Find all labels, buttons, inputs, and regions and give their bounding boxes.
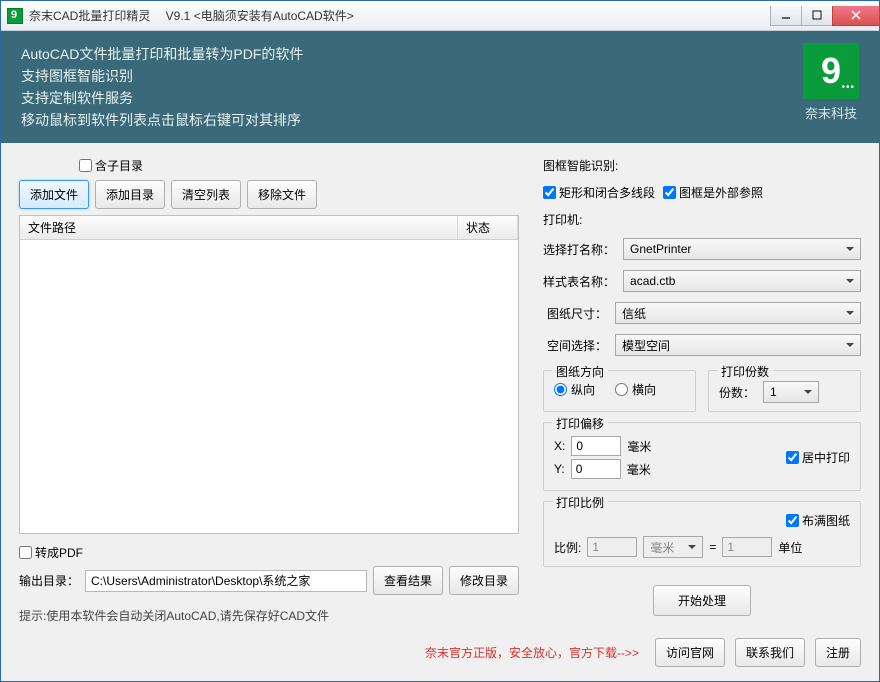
view-result-button[interactable]: 查看结果 bbox=[373, 566, 443, 595]
outdir-input[interactable] bbox=[85, 570, 367, 592]
right-panel: 图框智能识别: 矩形和闭合多线段 图框是外部参照 打印机: 选择打名称： Gnet… bbox=[543, 157, 861, 624]
left-panel: 含子目录 添加文件 添加目录 清空列表 移除文件 文件路径 状态 转成PDF 输… bbox=[19, 157, 519, 624]
clear-list-button[interactable]: 清空列表 bbox=[171, 180, 241, 209]
window-buttons bbox=[770, 6, 879, 26]
add-dir-button[interactable]: 添加目录 bbox=[95, 180, 165, 209]
minimize-button[interactable] bbox=[770, 6, 802, 26]
start-button[interactable]: 开始处理 bbox=[653, 585, 751, 616]
table-header: 文件路径 状态 bbox=[20, 216, 518, 240]
orientation-group: 图纸方向 纵向 横向 bbox=[543, 370, 696, 412]
scale-group: 打印比例 布满图纸 比例: 毫米 = 单位 bbox=[543, 501, 861, 567]
to-pdf-checkbox[interactable]: 转成PDF bbox=[19, 544, 83, 561]
portrait-radio[interactable]: 纵向 bbox=[554, 381, 595, 398]
copies-group: 打印份数 份数： 1 bbox=[708, 370, 861, 412]
x-input[interactable] bbox=[571, 436, 621, 456]
output-section: 转成PDF 输出目录： 查看结果 修改目录 提示:使用本软件会自动关闭AutoC… bbox=[19, 544, 519, 624]
style-select[interactable]: acad.ctb bbox=[623, 270, 861, 292]
space-label: 空间选择： bbox=[543, 337, 607, 354]
brand-logo: 9••• 奈末科技 bbox=[803, 43, 859, 122]
printer-header: 打印机: bbox=[543, 211, 861, 228]
center-print-checkbox[interactable]: 居中打印 bbox=[786, 449, 850, 466]
style-label: 样式表名称： bbox=[543, 273, 615, 290]
scale-unit-select: 毫米 bbox=[643, 536, 703, 558]
visit-site-button[interactable]: 访问官网 bbox=[655, 638, 725, 667]
banner-line4: 移动鼠标到软件列表点击鼠标右键可对其排序 bbox=[21, 109, 303, 131]
scale-v1-input bbox=[587, 537, 637, 557]
banner-line3: 支持定制软件服务 bbox=[21, 87, 303, 109]
scale-v2-input bbox=[722, 537, 772, 557]
contact-us-button[interactable]: 联系我们 bbox=[735, 638, 805, 667]
banner: AutoCAD文件批量打印和批量转为PDF的软件 支持图框智能识别 支持定制软件… bbox=[1, 31, 879, 143]
outdir-label: 输出目录： bbox=[19, 572, 79, 589]
file-table[interactable]: 文件路径 状态 bbox=[19, 215, 519, 534]
file-button-row: 添加文件 添加目录 清空列表 移除文件 bbox=[19, 180, 519, 209]
logo-icon: 9••• bbox=[803, 43, 859, 99]
footer: 奈末官方正版，安全放心，官方下载-->> 访问官网 联系我们 注册 bbox=[1, 630, 879, 681]
remove-file-button[interactable]: 移除文件 bbox=[247, 180, 317, 209]
scale-label: 比例: bbox=[554, 539, 581, 556]
copies-label: 份数： bbox=[719, 384, 755, 401]
smart-detect-label: 图框智能识别: bbox=[543, 157, 861, 174]
copies-select[interactable]: 1 bbox=[763, 381, 819, 403]
paper-label: 图纸尺寸： bbox=[543, 305, 607, 322]
hint-text: 提示:使用本软件会自动关闭AutoCAD,请先保存好CAD文件 bbox=[19, 607, 519, 624]
footer-promo: 奈末官方正版，安全放心，官方下载-->> bbox=[425, 644, 639, 661]
register-button[interactable]: 注册 bbox=[815, 638, 861, 667]
space-select[interactable]: 模型空间 bbox=[615, 334, 861, 356]
brand-name: 奈末科技 bbox=[803, 103, 859, 122]
x-label: X: bbox=[554, 439, 565, 453]
paper-select[interactable]: 信纸 bbox=[615, 302, 861, 324]
include-subdir-checkbox[interactable]: 含子目录 bbox=[79, 157, 143, 174]
col-path[interactable]: 文件路径 bbox=[20, 216, 458, 239]
printer-name-label: 选择打名称： bbox=[543, 241, 615, 258]
window-title: 奈末CAD批量打印精灵 V9.1 <电脑须安装有AutoCAD软件> bbox=[29, 7, 770, 24]
add-file-button[interactable]: 添加文件 bbox=[19, 180, 89, 209]
printer-select[interactable]: GnetPrinter bbox=[623, 238, 861, 260]
offset-group: 打印偏移 X:毫米 Y:毫米 居中打印 bbox=[543, 422, 861, 491]
close-button[interactable] bbox=[832, 6, 880, 26]
y-input[interactable] bbox=[571, 459, 621, 479]
titlebar: 奈末CAD批量打印精灵 V9.1 <电脑须安装有AutoCAD软件> bbox=[1, 1, 879, 31]
main-window: 奈末CAD批量打印精灵 V9.1 <电脑须安装有AutoCAD软件> AutoC… bbox=[0, 0, 880, 682]
modify-dir-button[interactable]: 修改目录 bbox=[449, 566, 519, 595]
rect-polyline-checkbox[interactable]: 矩形和闭合多线段 bbox=[543, 184, 655, 201]
landscape-radio[interactable]: 横向 bbox=[615, 381, 656, 398]
banner-line1: AutoCAD文件批量打印和批量转为PDF的软件 bbox=[21, 43, 303, 65]
y-label: Y: bbox=[554, 462, 565, 476]
col-status[interactable]: 状态 bbox=[458, 216, 518, 239]
fill-paper-checkbox[interactable]: 布满图纸 bbox=[786, 512, 850, 529]
app-icon bbox=[7, 8, 23, 24]
banner-text: AutoCAD文件批量打印和批量转为PDF的软件 支持图框智能识别 支持定制软件… bbox=[21, 43, 303, 131]
maximize-button[interactable] bbox=[801, 6, 833, 26]
banner-line2: 支持图框智能识别 bbox=[21, 65, 303, 87]
external-ref-checkbox[interactable]: 图框是外部参照 bbox=[663, 184, 763, 201]
content: 含子目录 添加文件 添加目录 清空列表 移除文件 文件路径 状态 转成PDF 输… bbox=[1, 143, 879, 630]
